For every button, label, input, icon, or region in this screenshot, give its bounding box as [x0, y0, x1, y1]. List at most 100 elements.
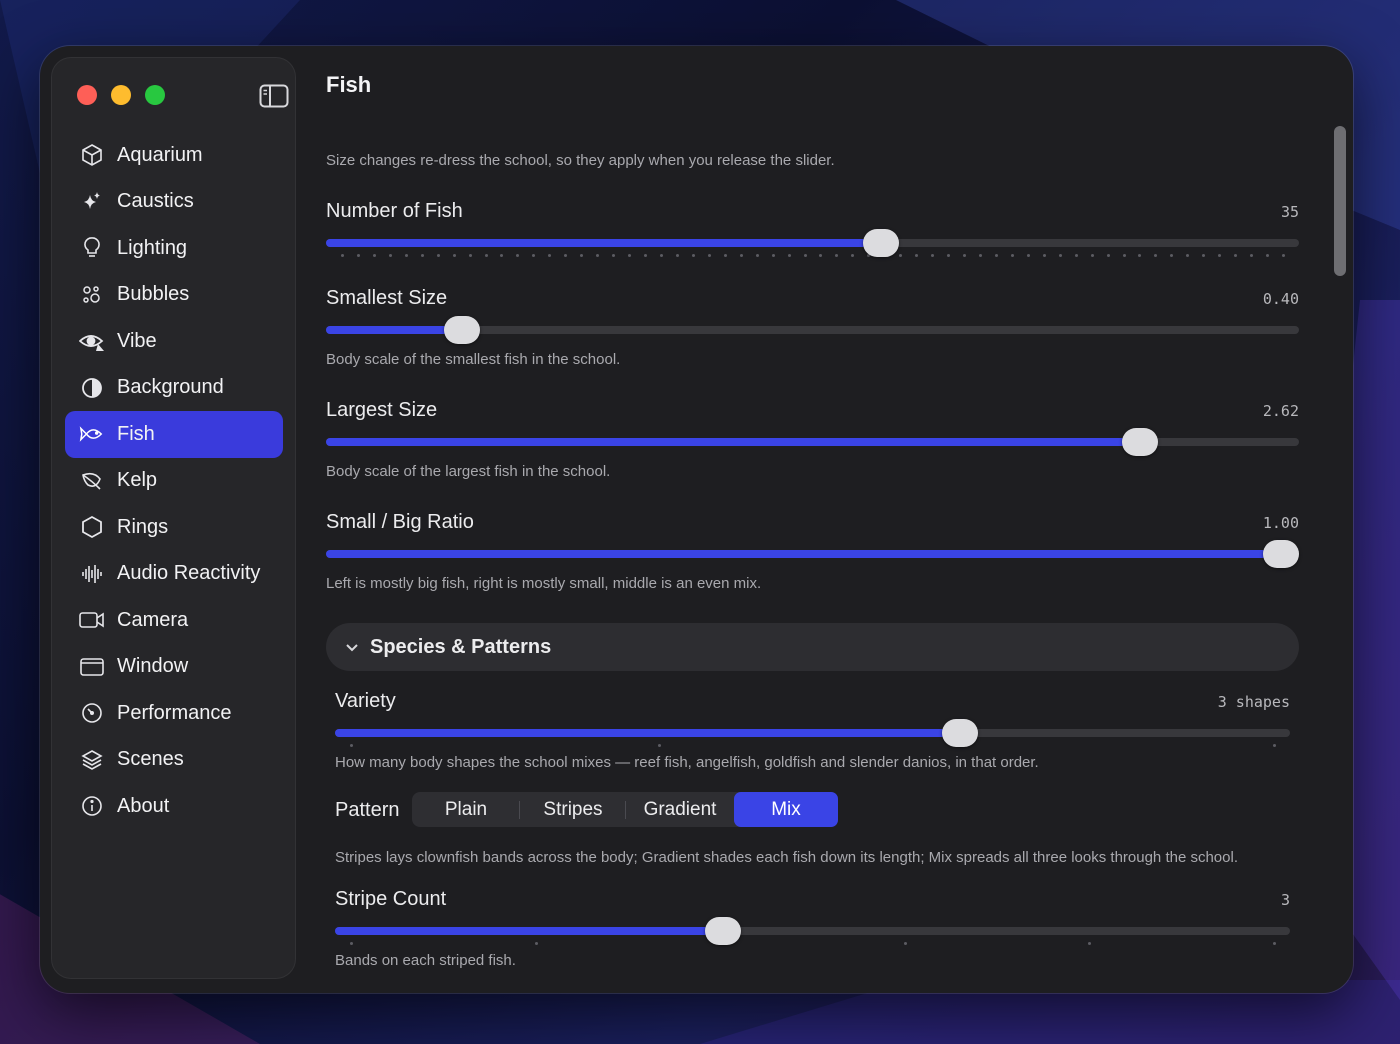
slider-ticks	[350, 942, 1276, 946]
scrollbar-thumb[interactable]	[1334, 126, 1346, 276]
pattern-option-plain[interactable]: Plain	[412, 792, 520, 827]
sidebar: Aquarium Caustics Lighting Bubbles Vibe …	[51, 57, 296, 979]
slider-tick	[372, 254, 376, 257]
bubbles-icon	[79, 282, 105, 308]
pattern-option-stripes[interactable]: Stripes	[520, 792, 626, 827]
gauge-icon	[79, 700, 105, 726]
slider-tick	[1170, 254, 1174, 257]
pattern-option-mix[interactable]: Mix	[734, 792, 838, 827]
sidebar-nav: Aquarium Caustics Lighting Bubbles Vibe …	[65, 132, 283, 830]
slider-tick	[803, 254, 807, 257]
slider-tick	[350, 942, 353, 945]
cube-icon	[79, 142, 105, 168]
slider-tick	[1266, 254, 1270, 257]
variety-slider[interactable]	[335, 716, 1290, 750]
sidebar-item-label: Bubbles	[117, 283, 190, 306]
slider-tick	[532, 254, 536, 257]
sidebar-item-audio-reactivity[interactable]: Audio Reactivity	[65, 551, 283, 598]
sidebar-item-vibe[interactable]: Vibe	[65, 318, 283, 365]
sidebar-item-label: Rings	[117, 515, 169, 538]
slider-tick	[580, 254, 584, 257]
slider-tick	[787, 254, 791, 257]
slider-tick	[500, 254, 504, 257]
largest-size-help: Body scale of the largest fish in the sc…	[326, 463, 611, 480]
sidebar-item-bubbles[interactable]: Bubbles	[65, 272, 283, 319]
close-window-button[interactable]	[77, 85, 97, 105]
sidebar-item-camera[interactable]: Camera	[65, 597, 283, 644]
ratio-slider[interactable]	[326, 537, 1299, 571]
slider-tick	[1154, 254, 1158, 257]
slider-tick	[1058, 254, 1062, 257]
slider-thumb[interactable]	[1121, 428, 1158, 456]
section-title: Species & Patterns	[370, 636, 552, 658]
slider-tick	[420, 254, 424, 257]
pattern-option-gradient[interactable]: Gradient	[626, 792, 734, 827]
sidebar-item-scenes[interactable]: Scenes	[65, 737, 283, 784]
slider-tick	[350, 744, 353, 747]
minimize-window-button[interactable]	[111, 85, 131, 105]
sidebar-item-label: Lighting	[117, 236, 188, 259]
slider-tick	[548, 254, 552, 257]
leaf-icon	[79, 468, 105, 494]
sidebar-item-window[interactable]: Window	[65, 644, 283, 691]
slider-tick	[1250, 254, 1254, 257]
slider-tick	[388, 254, 392, 257]
slider-tick	[341, 254, 344, 257]
slider-tick	[468, 254, 472, 257]
zoom-window-button[interactable]	[145, 85, 165, 105]
stripe-count-slider[interactable]	[335, 914, 1290, 948]
largest-size-slider[interactable]	[326, 425, 1299, 459]
largest-size-value: 2.62	[1262, 402, 1299, 420]
ratio-help: Left is mostly big fish, right is mostly…	[326, 575, 762, 592]
sidebar-item-caustics[interactable]: Caustics	[65, 179, 283, 226]
slider-tick	[899, 254, 903, 257]
slider-tick	[628, 254, 632, 257]
sidebar-item-label: Audio Reactivity	[117, 562, 261, 585]
smallest-size-label: Smallest Size	[326, 287, 448, 309]
variety-help: How many body shapes the school mixes — …	[335, 754, 1039, 771]
sidebar-item-label: About	[117, 794, 170, 817]
species-section-header[interactable]: Species & Patterns	[326, 623, 1299, 671]
page-title: Fish	[326, 72, 372, 97]
slider-thumb[interactable]	[1263, 540, 1299, 568]
pattern-segmented-control[interactable]: Plain Stripes Gradient Mix	[412, 792, 838, 827]
slider-thumb[interactable]	[862, 229, 899, 257]
slider-tick	[947, 254, 951, 257]
slider-tick	[644, 254, 648, 257]
sidebar-item-about[interactable]: About	[65, 783, 283, 830]
slider-tick	[659, 254, 663, 257]
slider-tick	[963, 254, 967, 257]
sidebar-item-label: Window	[117, 655, 189, 678]
sidebar-item-lighting[interactable]: Lighting	[65, 225, 283, 272]
slider-fill	[326, 550, 1281, 558]
sidebar-item-rings[interactable]: Rings	[65, 504, 283, 551]
slider-tick	[723, 254, 727, 257]
slider-thumb[interactable]	[941, 719, 978, 747]
slider-tick	[612, 254, 616, 257]
stripe-count-value: 3	[1280, 891, 1290, 909]
slider-tick	[851, 254, 855, 257]
slider-thumb[interactable]	[444, 316, 481, 344]
slider-tick	[915, 254, 919, 257]
main-content: Fish Size changes re-dress the school, s…	[326, 46, 1353, 993]
pattern-label: Pattern	[335, 799, 400, 821]
slider-thumb[interactable]	[705, 917, 742, 945]
slider-tick	[356, 254, 360, 257]
smallest-size-slider[interactable]	[326, 313, 1299, 347]
sidebar-item-label: Vibe	[117, 329, 157, 352]
number-of-fish-value: 35	[1280, 203, 1299, 221]
sparkles-icon	[79, 189, 105, 215]
sidebar-item-fish[interactable]: Fish	[65, 411, 283, 458]
number-of-fish-slider[interactable]	[326, 226, 1299, 260]
ratio-value: 1.00	[1262, 514, 1299, 532]
sidebar-item-aquarium[interactable]: Aquarium	[65, 132, 283, 179]
slider-tick	[1273, 942, 1276, 945]
slider-tick	[1090, 254, 1094, 257]
sidebar-item-label: Kelp	[117, 469, 158, 492]
sidebar-item-kelp[interactable]: Kelp	[65, 458, 283, 505]
sidebar-item-performance[interactable]: Performance	[65, 690, 283, 737]
number-of-fish-label: Number of Fish	[326, 200, 463, 222]
sidebar-toggle-icon[interactable]	[259, 84, 289, 108]
sidebar-item-label: Camera	[117, 608, 189, 631]
sidebar-item-background[interactable]: Background	[65, 365, 283, 412]
